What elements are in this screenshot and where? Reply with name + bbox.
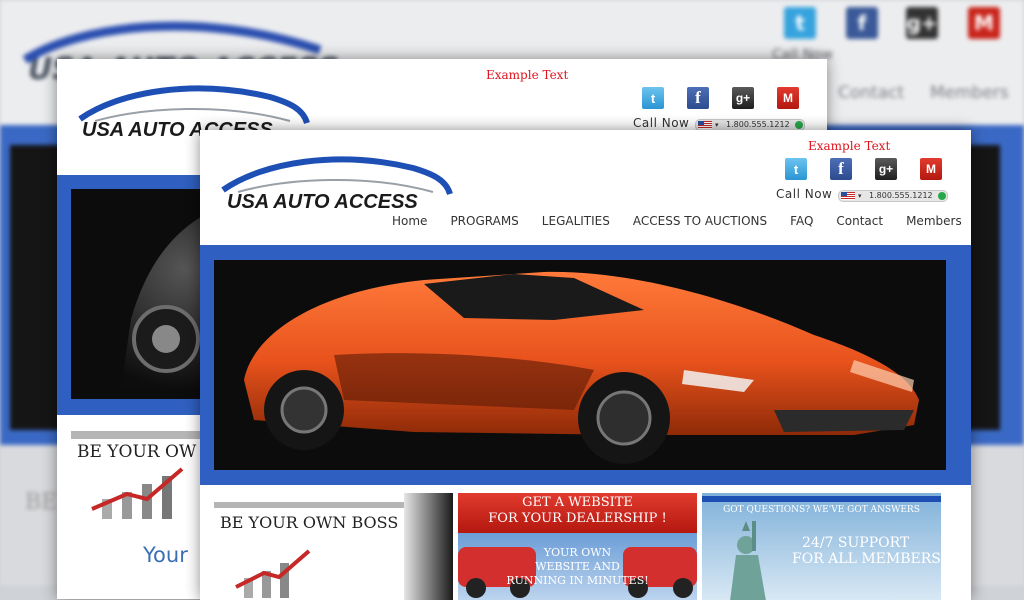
bg-nav-contact: Contact <box>838 83 905 103</box>
nav-home[interactable]: Home <box>392 214 427 228</box>
hero-image <box>214 260 946 470</box>
us-flag-icon <box>841 192 855 200</box>
us-flag-icon <box>698 121 712 129</box>
promo-bar <box>71 431 211 439</box>
promo-website-title-5: RUNNING IN MINUTES! <box>506 574 649 587</box>
call-now-label: Call Now <box>633 116 690 130</box>
bg-gmail-icon: M <box>968 7 1000 39</box>
promo-boss-title: BE YOUR OW <box>77 442 197 462</box>
phone-icon <box>937 192 946 200</box>
promo-get-a-website[interactable]: GET A WEBSITE FOR YOUR DEALERSHIP ! YOUR… <box>458 493 697 600</box>
promo-website-title-2: FOR YOUR DEALERSHIP ! <box>488 511 667 526</box>
phone-widget[interactable]: ▾ 1.800.555.1212 <box>838 190 948 202</box>
nav-legalities[interactable]: LEGALITIES <box>542 214 610 228</box>
promo-website-title-4: WEBSITE AND <box>535 560 620 573</box>
phone-number: 1.800.555.1212 <box>726 120 790 129</box>
promo-questions-title: GOT QUESTIONS? WE'VE GOT ANSWERS <box>723 505 920 515</box>
gmail-icon[interactable]: M <box>777 87 799 109</box>
caret-down-icon: ▾ <box>858 192 862 200</box>
call-now-label: Call Now <box>776 187 833 201</box>
promo-your-title: Your <box>143 543 188 567</box>
facebook-icon[interactable]: f <box>830 158 852 180</box>
bg-nav-members: Members <box>930 83 1009 103</box>
logo-text: USA AUTO ACCESS <box>227 191 418 213</box>
gmail-icon[interactable]: M <box>920 158 942 180</box>
promo-support[interactable]: GOT QUESTIONS? WE'VE GOT ANSWERS 24/7 SU… <box>702 493 941 600</box>
orange-sports-car <box>244 271 919 464</box>
nav-members[interactable]: Members <box>906 214 962 228</box>
promo-bar <box>702 496 941 502</box>
front-window: Example Text USA AUTO ACCESS t f g+ M Ca… <box>200 130 971 600</box>
promo-support-title-1: 24/7 SUPPORT <box>802 535 910 551</box>
bg-be-text: BE <box>25 490 58 515</box>
promo-boss-title: BE YOUR OWN BOSS <box>220 513 399 532</box>
nav-programs[interactable]: PROGRAMS <box>450 214 518 228</box>
nav-contact[interactable]: Contact <box>836 214 883 228</box>
promo-website-title-3: YOUR OWN <box>543 546 612 559</box>
promo-support-title-2: FOR ALL MEMBERS <box>792 551 941 567</box>
businessman-image <box>404 493 453 600</box>
nav-faq[interactable]: FAQ <box>790 214 813 228</box>
googleplus-icon[interactable]: g+ <box>732 87 754 109</box>
bg-twitter-icon: t <box>784 7 816 39</box>
example-text: Example Text <box>486 68 569 82</box>
growth-chart-icon <box>91 467 184 519</box>
caret-down-icon: ▾ <box>715 121 719 129</box>
main-nav: Home PROGRAMS LEGALITIES ACCESS TO AUCTI… <box>392 214 962 228</box>
phone-number: 1.800.555.1212 <box>869 191 933 200</box>
bg-facebook-icon: f <box>846 7 878 39</box>
statue-of-liberty-image <box>730 521 766 600</box>
promo-website-title-1: GET A WEBSITE <box>522 495 633 510</box>
growth-chart-icon <box>235 549 311 598</box>
twitter-icon[interactable]: t <box>642 87 664 109</box>
googleplus-icon[interactable]: g+ <box>875 158 897 180</box>
phone-icon <box>794 121 803 129</box>
promo-be-your-own-boss[interactable]: BE YOUR OWN BOSS <box>214 493 453 600</box>
twitter-icon[interactable]: t <box>785 158 807 180</box>
facebook-icon[interactable]: f <box>687 87 709 109</box>
bg-googleplus-icon: g+ <box>906 7 938 39</box>
nav-access-to-auctions[interactable]: ACCESS TO AUCTIONS <box>633 214 767 228</box>
example-text: Example Text <box>808 139 891 153</box>
